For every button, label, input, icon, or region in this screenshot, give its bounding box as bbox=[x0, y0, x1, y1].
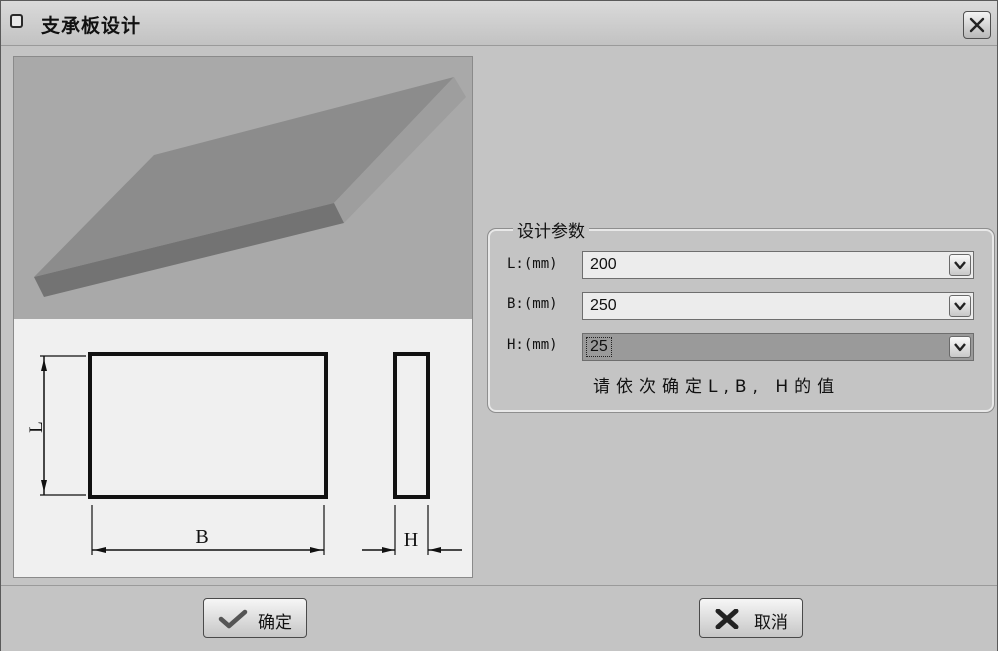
param-label-b: B:(mm) bbox=[507, 296, 558, 312]
dimension-label-b: B bbox=[195, 526, 208, 548]
chevron-down-icon bbox=[954, 343, 966, 352]
close-icon bbox=[969, 17, 985, 33]
chevron-down-icon bbox=[954, 261, 966, 270]
param-b-dropdown-button[interactable] bbox=[949, 295, 971, 317]
plate-2d-drawing: L B H bbox=[14, 319, 472, 577]
dimension-label-h: H bbox=[404, 529, 418, 551]
close-button[interactable] bbox=[963, 11, 991, 39]
window-title: 支承板设计 bbox=[41, 15, 142, 37]
ok-button[interactable]: 确定 bbox=[203, 598, 307, 638]
param-h-dropdown-button[interactable] bbox=[949, 336, 971, 358]
ok-button-label: 确定 bbox=[258, 613, 292, 633]
param-h-value[interactable]: 25 bbox=[586, 337, 612, 357]
param-l-value[interactable]: 200 bbox=[590, 256, 617, 274]
preview-panel: L B H bbox=[13, 56, 473, 578]
dialog-window: 支承板设计 L B H 设计参数 L:(mm) 200 B:(mm) 250 H… bbox=[0, 0, 998, 651]
dimension-label-l: L bbox=[26, 421, 47, 433]
instruction-text: 请依次确定L,B, H的值 bbox=[593, 377, 841, 397]
param-l-combobox[interactable]: 200 bbox=[582, 251, 974, 279]
window-icon bbox=[10, 14, 23, 28]
checkmark-icon bbox=[218, 609, 248, 629]
param-h-combobox[interactable]: 25 bbox=[582, 333, 974, 361]
cancel-button[interactable]: 取消 bbox=[699, 598, 803, 638]
plate-3d-view bbox=[14, 57, 472, 319]
cross-icon bbox=[715, 609, 739, 629]
design-params-title: 设计参数 bbox=[513, 217, 589, 242]
param-label-l: L:(mm) bbox=[507, 256, 558, 272]
param-label-h: H:(mm) bbox=[507, 337, 558, 353]
title-bar[interactable]: 支承板设计 bbox=[1, 1, 997, 46]
chevron-down-icon bbox=[954, 302, 966, 311]
param-b-combobox[interactable]: 250 bbox=[582, 292, 974, 320]
cancel-button-label: 取消 bbox=[754, 613, 788, 633]
button-bar: 确定 取消 bbox=[1, 585, 997, 651]
param-b-value[interactable]: 250 bbox=[590, 297, 617, 315]
param-l-dropdown-button[interactable] bbox=[949, 254, 971, 276]
